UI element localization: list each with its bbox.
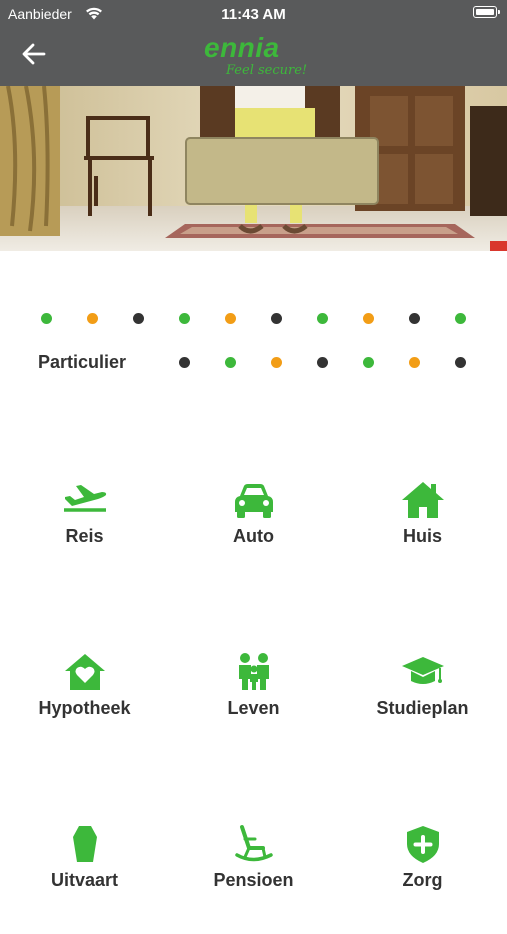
tile-hypotheek[interactable]: Hypotheek <box>0 652 169 762</box>
battery-icon <box>473 6 500 18</box>
decor-dot <box>225 313 236 324</box>
tile-label: Hypotheek <box>38 698 131 718</box>
tile-label: Leven <box>227 698 280 718</box>
tile-label: Auto <box>233 526 274 546</box>
decor-dot <box>87 313 98 324</box>
decor-dot <box>271 313 282 324</box>
tile-zorg[interactable]: Zorg <box>338 824 507 934</box>
decor-dot <box>409 357 420 368</box>
tile-reis[interactable]: Reis <box>0 480 169 590</box>
tile-label: Studieplan <box>376 698 469 718</box>
back-arrow-icon[interactable] <box>20 40 48 68</box>
tile-uitvaart[interactable]: Uitvaart <box>0 824 169 934</box>
hero-image <box>0 86 507 251</box>
family-icon <box>239 653 269 690</box>
section-title: Particulier <box>38 352 127 372</box>
tile-pensioen[interactable]: Pensioen <box>169 824 338 934</box>
status-time: 11:43 AM <box>221 6 286 23</box>
airplane-icon <box>64 485 107 512</box>
decor-dot <box>179 313 190 324</box>
coffin-icon <box>73 826 97 862</box>
tile-auto[interactable]: Auto <box>169 480 338 590</box>
decor-dot <box>363 313 374 324</box>
status-bar: Aanbieder 11:43 AM <box>0 0 507 28</box>
house-icon <box>402 482 444 518</box>
tile-label: Uitvaart <box>50 870 119 890</box>
decor-dot <box>179 357 190 368</box>
dots-row-top <box>0 313 507 325</box>
tile-label: Pensioen <box>213 870 294 890</box>
graduation-cap-icon <box>402 657 444 684</box>
decor-dot <box>41 313 52 324</box>
brand-name: ennia <box>204 32 280 63</box>
decor-dot <box>133 313 144 324</box>
tile-label: Reis <box>65 526 104 546</box>
rocking-chair-icon <box>235 825 273 862</box>
decor-dot <box>363 357 374 368</box>
house-heart-icon <box>65 654 105 690</box>
decor-dot <box>455 313 466 324</box>
decor-dot <box>317 357 328 368</box>
tile-label: Zorg <box>402 870 443 890</box>
decor-dot <box>409 313 420 324</box>
shield-plus-icon <box>407 826 439 863</box>
car-icon <box>235 484 273 518</box>
brand-slogan: Feel secure! <box>226 63 308 78</box>
tile-huis[interactable]: Huis <box>338 480 507 590</box>
nav-bar: ennia Feel secure! <box>0 28 507 86</box>
decor-dot <box>455 357 466 368</box>
tile-studieplan[interactable]: Studieplan <box>338 652 507 762</box>
tile-label: Huis <box>402 526 442 546</box>
tile-leven[interactable]: Leven <box>169 652 338 762</box>
decor-dot <box>225 357 236 368</box>
decor-dot <box>317 313 328 324</box>
decor-dot <box>271 357 282 368</box>
ennia-logo: ennia Feel secure! <box>200 32 310 82</box>
